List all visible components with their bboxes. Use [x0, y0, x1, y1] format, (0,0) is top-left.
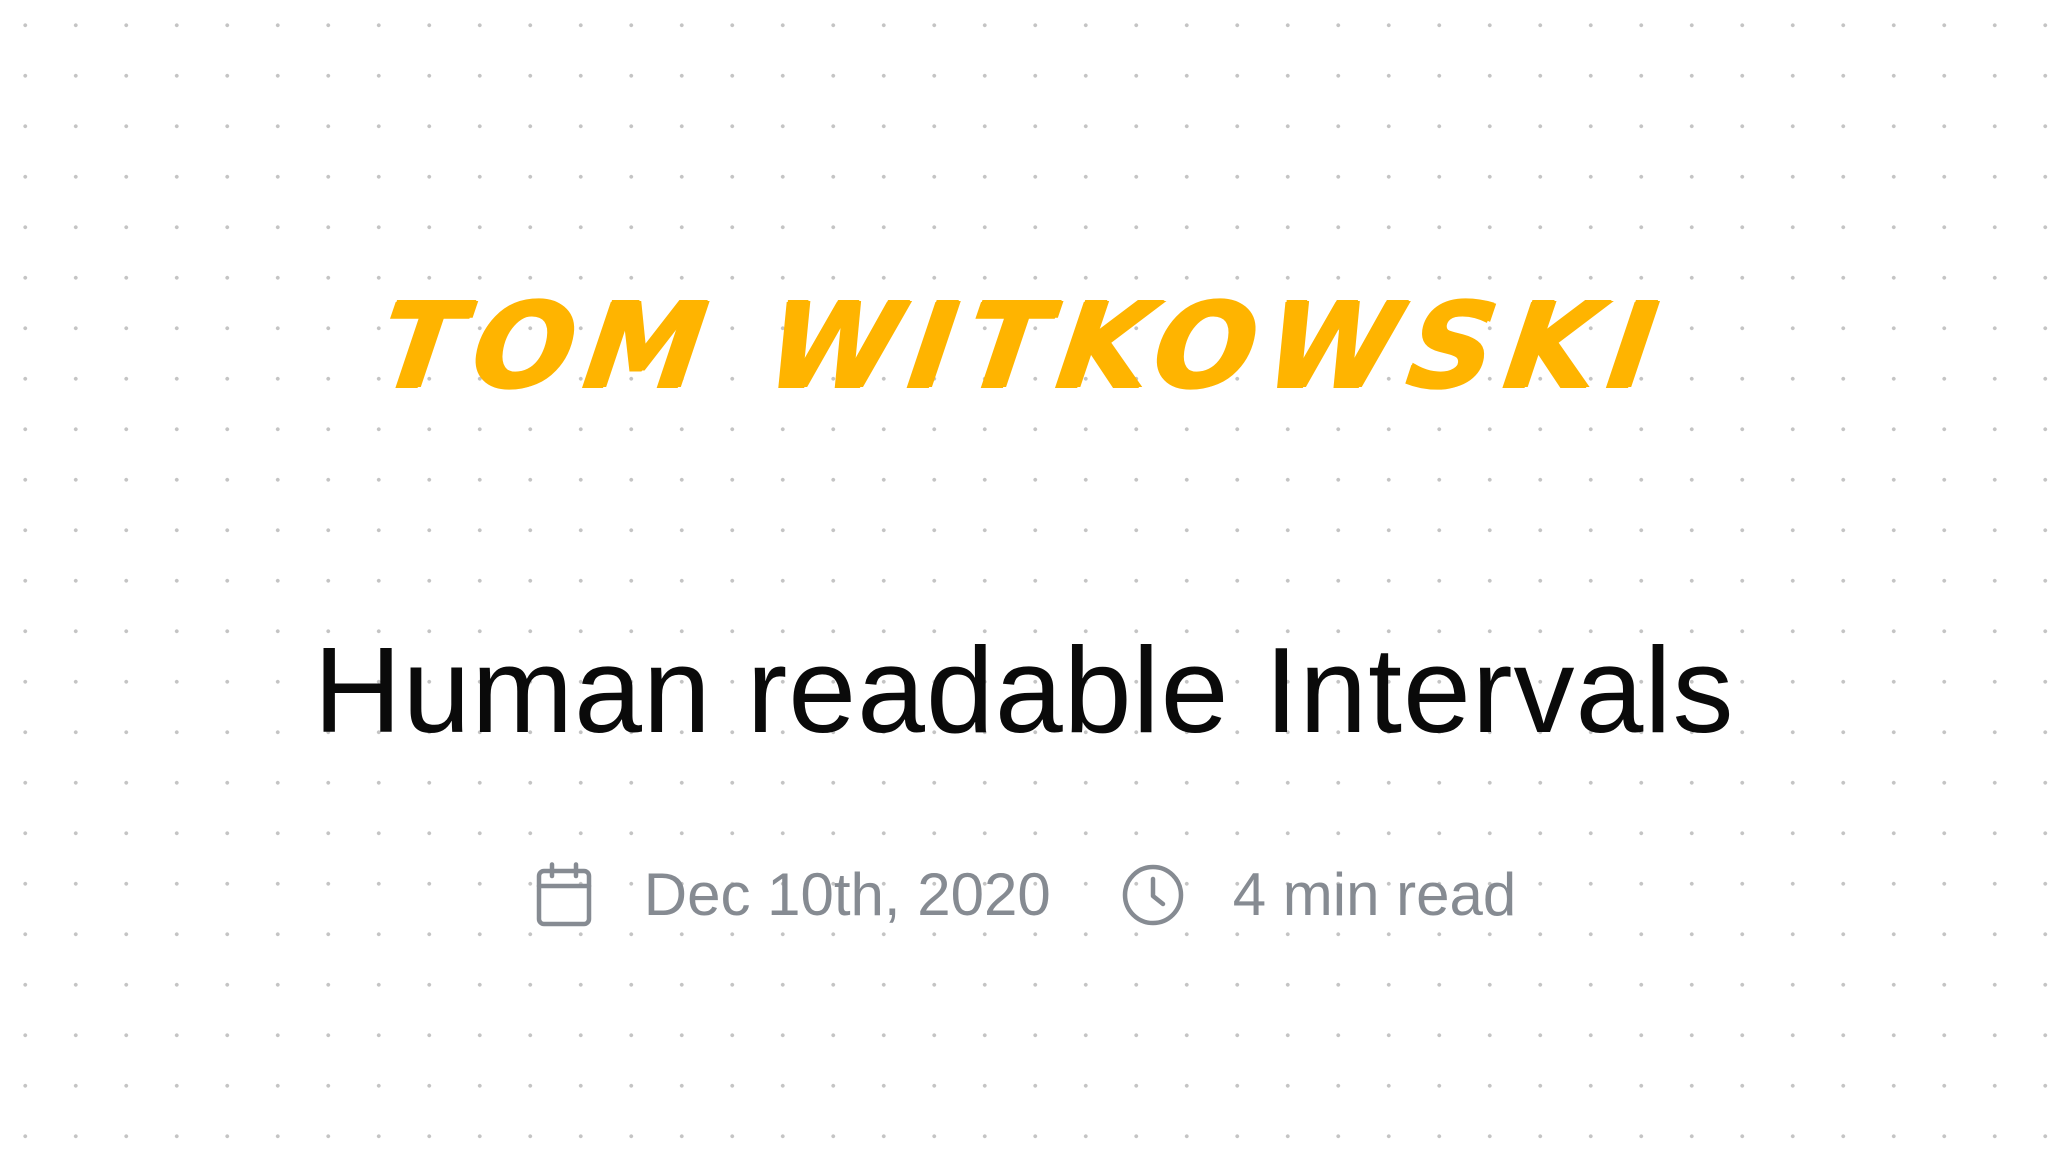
post-meta: Dec 10th, 2020 4 min read [0, 855, 2048, 935]
post-cover: Tom Witkowski Human readable Intervals D… [0, 0, 2048, 1170]
post-date: Dec 10th, 2020 [532, 855, 1051, 935]
post-reading-time-text: 4 min read [1232, 861, 1517, 928]
clock-icon [1121, 860, 1185, 930]
author-signature: Tom Witkowski [372, 276, 1676, 414]
calendar-icon [532, 860, 596, 930]
post-title: Human readable Intervals [313, 622, 1735, 758]
post-reading-time: 4 min read [1121, 855, 1516, 935]
post-date-text: Dec 10th, 2020 [643, 861, 1051, 928]
